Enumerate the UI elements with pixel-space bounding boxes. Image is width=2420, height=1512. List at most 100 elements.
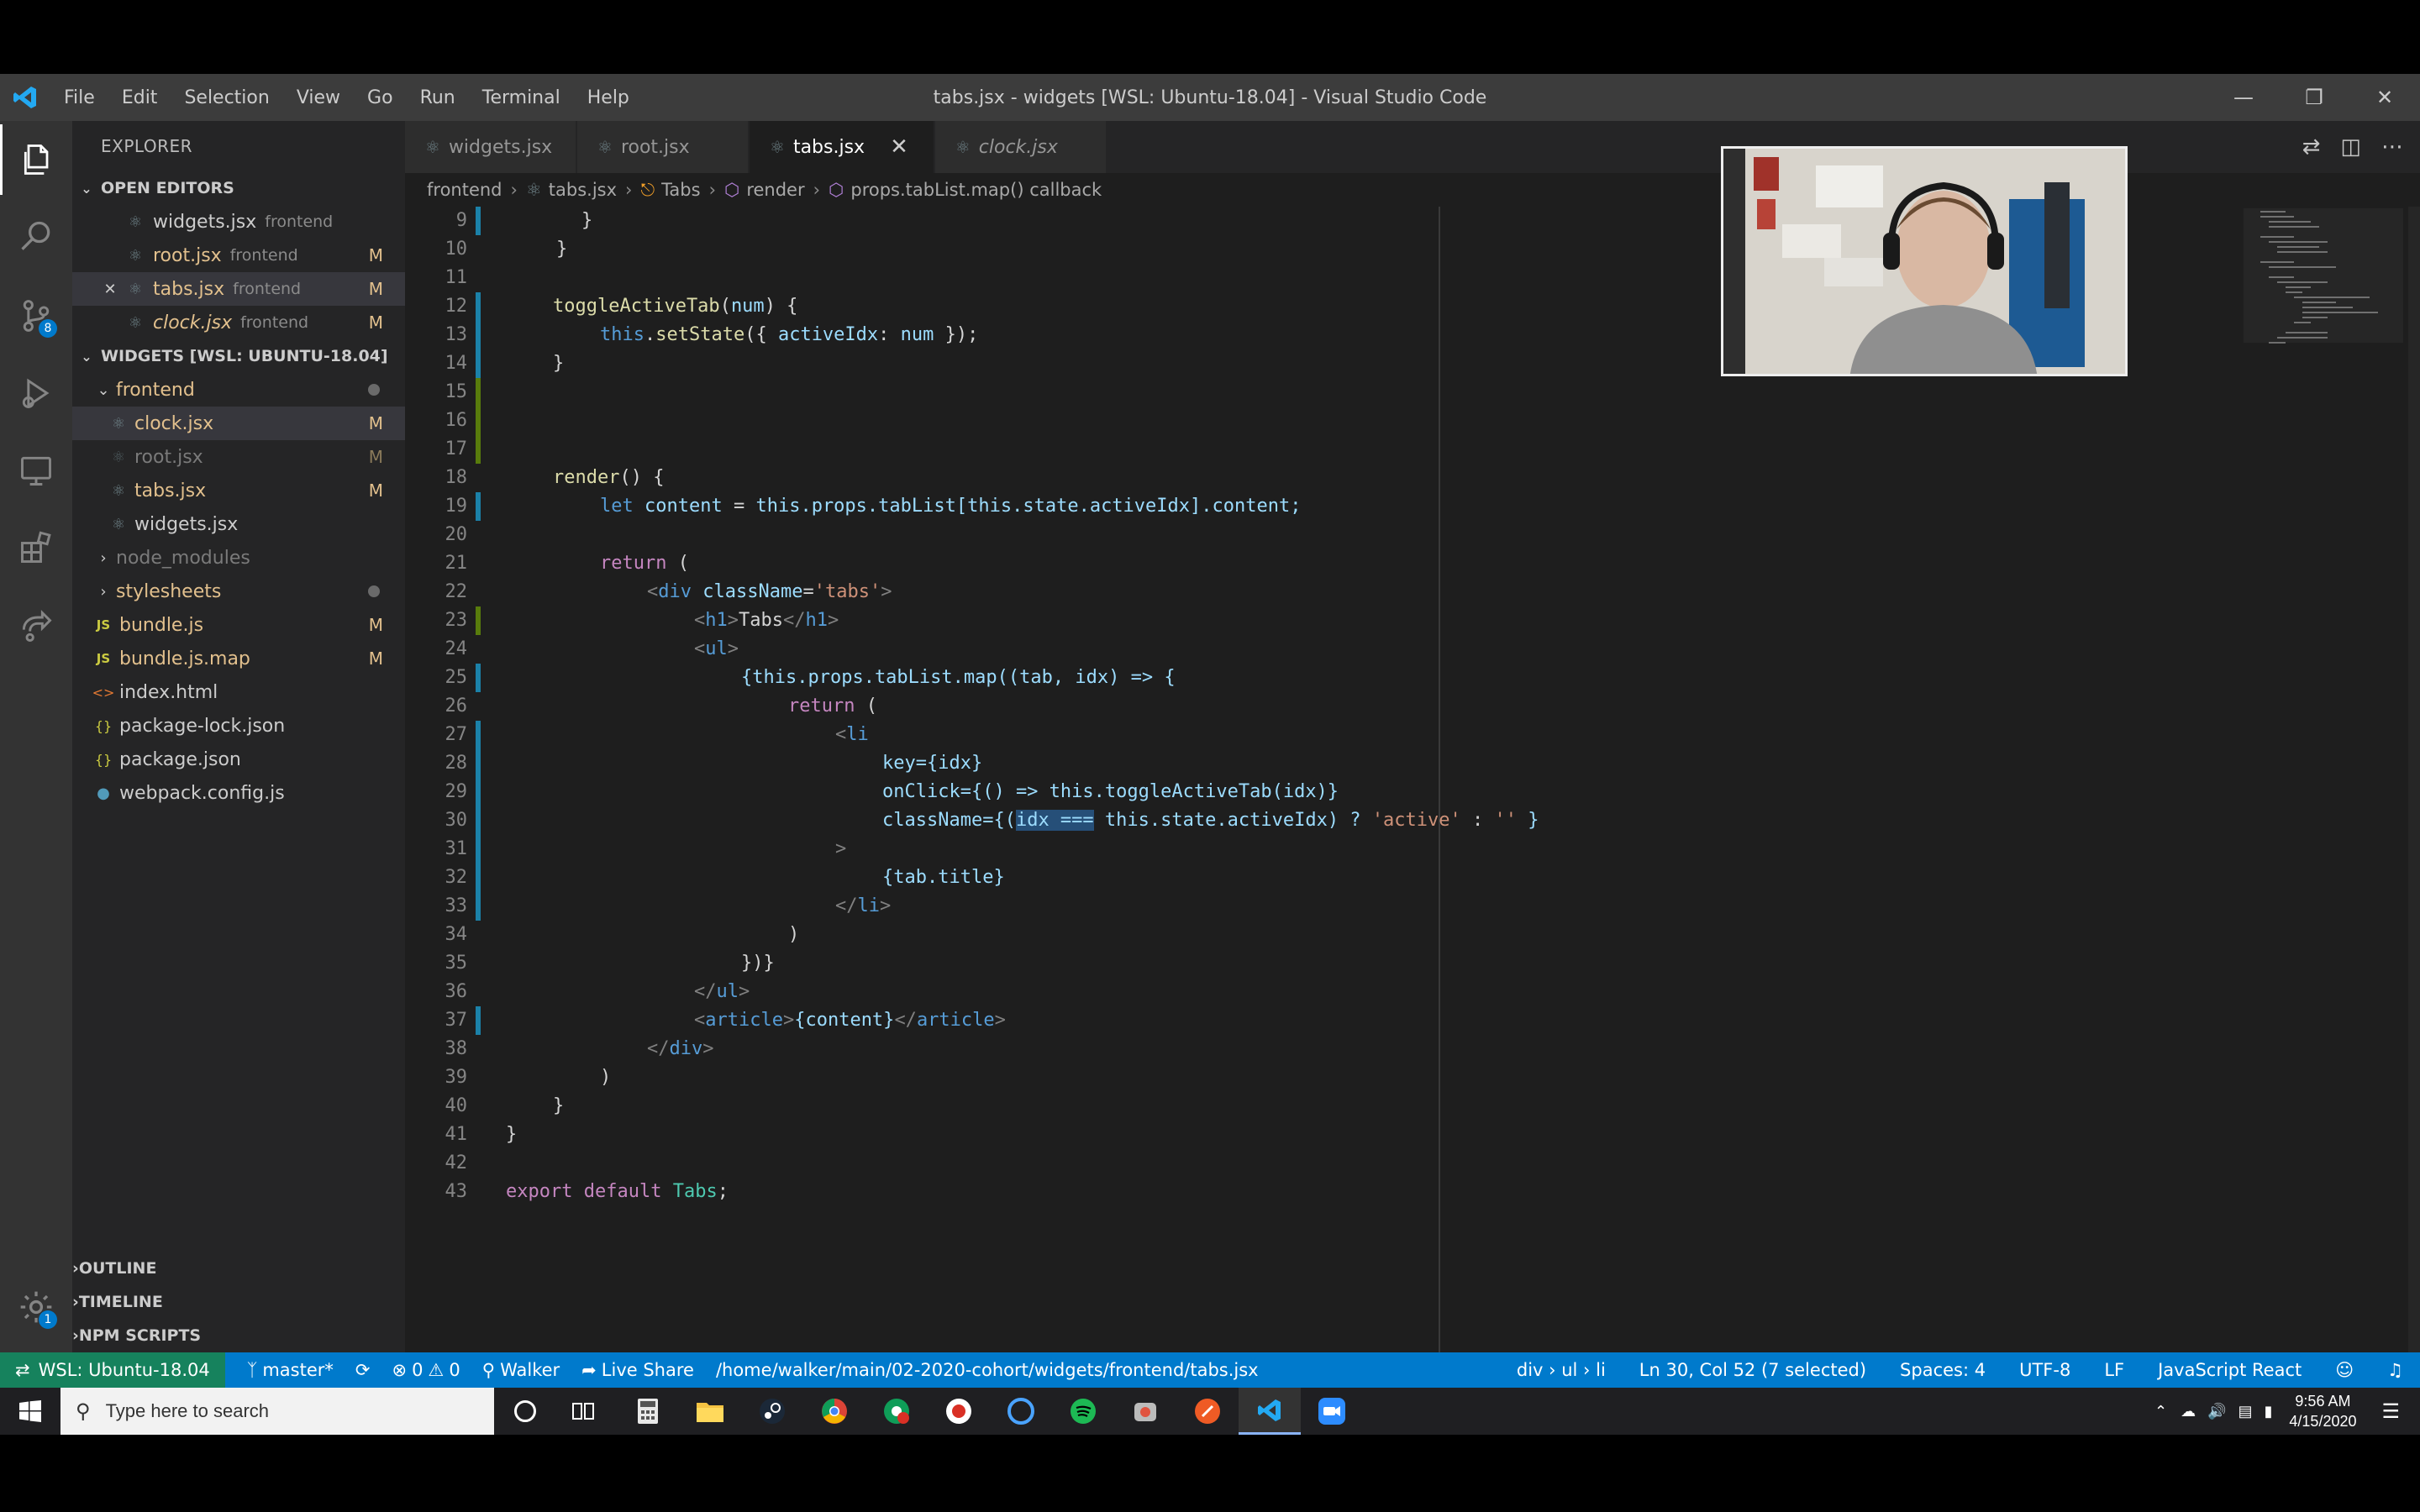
tab-root-jsx[interactable]: ⚛ root.jsx <box>577 121 749 173</box>
source-control-icon[interactable]: 8 <box>0 281 72 351</box>
git-status-modified: M <box>368 447 383 467</box>
menu-file[interactable]: File <box>50 87 108 108</box>
workspace-header[interactable]: ⌄ WIDGETS [WSL: UBUNTU-18.04] <box>72 339 405 373</box>
user-indicator[interactable]: ⚲ Walker <box>482 1360 560 1380</box>
run-debug-icon[interactable] <box>0 358 72 428</box>
steam-icon[interactable] <box>741 1388 803 1435</box>
onedrive-icon[interactable]: ☁ <box>2181 1403 2196 1420</box>
menu-help[interactable]: Help <box>574 87 643 108</box>
live-share-icon[interactable] <box>0 591 72 662</box>
line-ending[interactable]: LF <box>2104 1360 2124 1380</box>
more-actions-icon[interactable]: ⋯ <box>2381 134 2403 160</box>
close-icon[interactable]: ✕ <box>890 134 908 160</box>
app-camera-icon[interactable] <box>1114 1388 1176 1435</box>
search-icon[interactable] <box>0 202 72 272</box>
volume-icon[interactable]: 🔊 <box>2207 1403 2226 1420</box>
gear-icon[interactable]: 1 <box>0 1272 72 1342</box>
split-editor-icon[interactable]: ◫ <box>2340 134 2361 160</box>
tree-file[interactable]: ⚛ tabs.jsx M <box>72 474 405 507</box>
calculator-icon[interactable] <box>617 1388 679 1435</box>
problems-indicator[interactable]: ⊗ 0 ⚠ 0 <box>392 1360 460 1380</box>
editor-scrollbar[interactable] <box>2408 207 2420 1352</box>
cortana-icon[interactable] <box>494 1388 556 1435</box>
element-path[interactable]: div › ul › li <box>1517 1360 1606 1380</box>
chrome-app-icon[interactable] <box>928 1388 990 1435</box>
close-window-button[interactable]: ✕ <box>2349 74 2420 121</box>
menu-go[interactable]: Go <box>354 87 407 108</box>
outline-header[interactable]: › OUTLINE <box>72 1252 405 1285</box>
tree-file[interactable]: {} package-lock.json <box>72 709 405 743</box>
network-icon[interactable]: ▤ <box>2238 1403 2252 1420</box>
breadcrumb-item[interactable]: Tabs <box>661 180 701 200</box>
bell-icon[interactable]: ♫ <box>2387 1360 2403 1380</box>
encoding[interactable]: UTF-8 <box>2019 1360 2070 1380</box>
chevron-up-icon[interactable]: ⌃ <box>2154 1403 2167 1420</box>
minimap[interactable] <box>2244 207 2403 425</box>
feedback-icon[interactable]: ☺ <box>2335 1360 2354 1380</box>
spotify-icon[interactable] <box>1052 1388 1114 1435</box>
tree-file[interactable]: ⚛ widgets.jsx <box>72 507 405 541</box>
breadcrumb-item[interactable]: frontend <box>427 180 502 200</box>
menu-terminal[interactable]: Terminal <box>469 87 574 108</box>
tree-file[interactable]: JS bundle.js M <box>72 608 405 642</box>
code-token: className <box>702 581 803 602</box>
code-editor[interactable]: 9} 10} 11 12 toggleActiveTab(num) { 13 thi… <box>405 207 2420 1352</box>
menu-run[interactable]: Run <box>407 87 469 108</box>
files-icon[interactable] <box>0 124 72 195</box>
tab-clock-jsx[interactable]: ⚛ clock.jsx <box>935 121 1107 173</box>
tree-file[interactable]: ⚛ root.jsx M <box>72 440 405 474</box>
taskbar-search-box[interactable]: ⚲ Type here to search <box>60 1388 494 1435</box>
open-editor-name: tabs.jsx <box>153 278 225 300</box>
notification-icon[interactable]: ☰ <box>2381 1399 2400 1424</box>
battery-icon[interactable]: ▮ <box>2265 1403 2273 1420</box>
tab-widgets-jsx[interactable]: ⚛ widgets.jsx <box>405 121 576 173</box>
tree-folder[interactable]: ⌄ frontend <box>72 373 405 407</box>
sync-icon: ⟳ <box>355 1360 371 1380</box>
tab-tabs-jsx[interactable]: ⚛ tabs.jsx ✕ <box>750 121 934 173</box>
breadcrumb-item[interactable]: render <box>746 180 804 200</box>
code-punct: </ <box>647 1038 670 1059</box>
restore-button[interactable]: ❐ <box>2279 74 2349 121</box>
tree-folder[interactable]: › node_modules <box>72 541 405 575</box>
open-editor-item[interactable]: ⚛ root.jsx frontend M <box>72 239 405 272</box>
tree-folder[interactable]: › stylesheets <box>72 575 405 608</box>
windows-start-icon[interactable] <box>0 1388 60 1435</box>
tree-file[interactable]: ● webpack.config.js <box>72 776 405 810</box>
language-mode[interactable]: JavaScript React <box>2158 1360 2302 1380</box>
tree-file[interactable]: <> index.html <box>72 675 405 709</box>
app-circle-icon[interactable] <box>990 1388 1052 1435</box>
tree-file[interactable]: JS bundle.js.map M <box>72 642 405 675</box>
live-share-button[interactable]: ➦ Live Share <box>581 1360 694 1380</box>
remote-indicator[interactable]: ⇄ WSL: Ubuntu-18.04 <box>0 1352 225 1388</box>
breadcrumb-item[interactable]: tabs.jsx <box>549 180 617 200</box>
menu-edit[interactable]: Edit <box>108 87 171 108</box>
open-editor-item[interactable]: ⚛ clock.jsx frontend M <box>72 306 405 339</box>
menu-selection[interactable]: Selection <box>171 87 282 108</box>
open-editors-header[interactable]: ⌄ OPEN EDITORS <box>72 171 405 205</box>
npm-scripts-header[interactable]: › NPM SCRIPTS <box>72 1319 405 1352</box>
sync-button[interactable]: ⟳ <box>355 1360 371 1380</box>
vscode-taskbar-icon[interactable] <box>1239 1388 1301 1435</box>
breadcrumb-item[interactable]: props.tabList.map() callback <box>850 180 1102 200</box>
close-icon[interactable]: ✕ <box>97 281 123 298</box>
extensions-icon[interactable] <box>0 512 72 583</box>
cursor-position[interactable]: Ln 30, Col 52 (7 selected) <box>1639 1360 1866 1380</box>
git-branch[interactable]: ᛉ master* <box>247 1360 334 1380</box>
chrome-profile-icon[interactable] <box>865 1388 928 1435</box>
tree-file[interactable]: {} package.json <box>72 743 405 776</box>
file-explorer-icon[interactable] <box>679 1388 741 1435</box>
timeline-header[interactable]: › TIMELINE <box>72 1285 405 1319</box>
indentation[interactable]: Spaces: 4 <box>1900 1360 1986 1380</box>
open-editor-item[interactable]: ✕ ⚛ tabs.jsx frontend M <box>72 272 405 306</box>
tree-file[interactable]: ⚛ clock.jsx M <box>72 407 405 440</box>
taskbar-clock[interactable]: 9:56 AM 4/15/2020 <box>2289 1391 2356 1431</box>
open-editor-item[interactable]: ⚛ widgets.jsx frontend <box>72 205 405 239</box>
task-view-icon[interactable] <box>553 1388 615 1435</box>
postman-icon[interactable] <box>1176 1388 1239 1435</box>
minimize-button[interactable]: — <box>2208 74 2279 121</box>
zoom-icon[interactable] <box>1301 1388 1363 1435</box>
remote-explorer-icon[interactable] <box>0 435 72 506</box>
chrome-icon[interactable] <box>803 1388 865 1435</box>
menu-view[interactable]: View <box>283 87 354 108</box>
open-changes-icon[interactable]: ⇄ <box>2302 134 2321 160</box>
